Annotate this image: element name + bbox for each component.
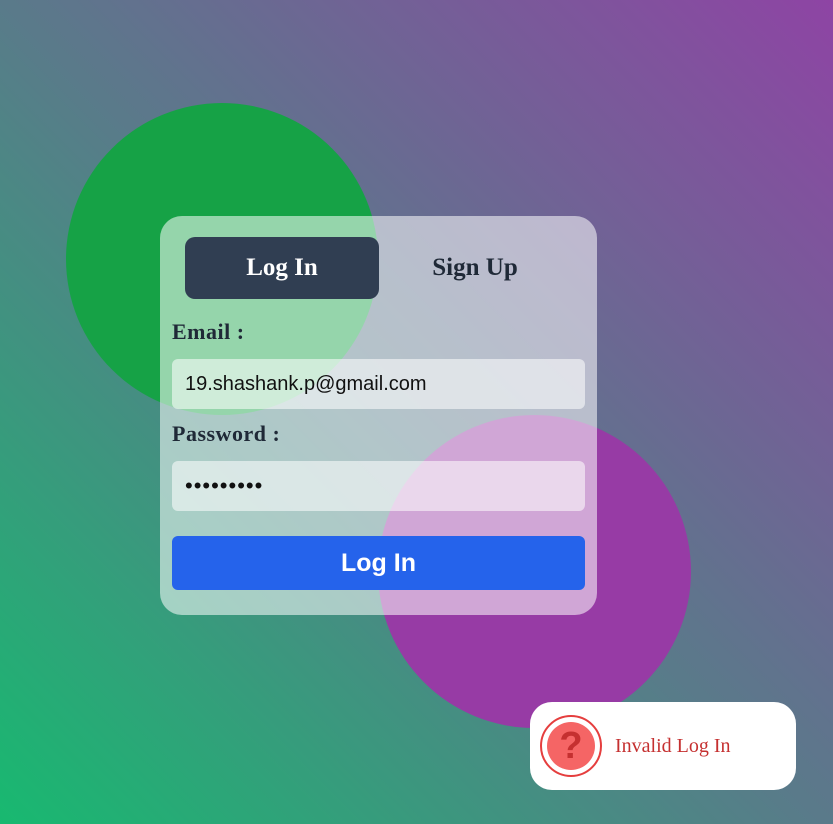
toast-message: Invalid Log In xyxy=(615,734,731,757)
login-button[interactable]: Log In xyxy=(172,536,585,590)
email-label: Email : xyxy=(172,319,245,344)
tab-signup[interactable]: Sign Up xyxy=(378,237,572,299)
email-field[interactable] xyxy=(172,359,585,409)
error-toast: ? Invalid Log In xyxy=(530,702,796,790)
question-circle-icon: ? xyxy=(540,715,602,777)
password-field[interactable] xyxy=(172,461,585,511)
tab-login[interactable]: Log In xyxy=(185,237,379,299)
password-label: Password : xyxy=(172,421,281,446)
login-card: Log In Sign Up Email : Password : Log In xyxy=(160,216,597,615)
question-mark-glyph: ? xyxy=(547,722,595,770)
